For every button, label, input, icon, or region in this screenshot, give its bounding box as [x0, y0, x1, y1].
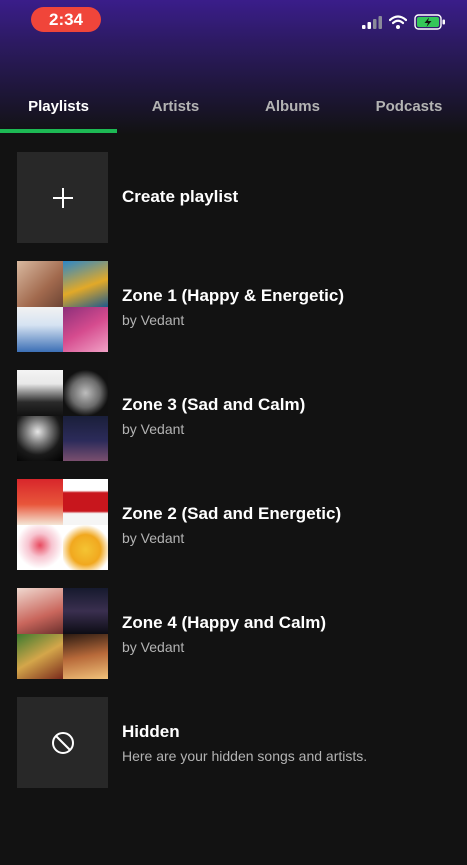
active-tab-indicator	[0, 129, 117, 133]
signal-icon	[362, 16, 382, 29]
playlist-cover-zone-1	[17, 261, 108, 352]
hidden-row[interactable]: Hidden Here are your hidden songs and ar…	[0, 697, 467, 788]
playlist-owner: by Vedant	[122, 312, 185, 328]
battery-charging-icon	[414, 14, 445, 30]
hidden-subtitle: Here are your hidden songs and artists.	[122, 748, 368, 764]
library-tabs: Playlists Artists Albums Podcasts	[0, 85, 467, 133]
playlist-row-zone-3[interactable]: Zone 3 (Sad and Calm) by Vedant	[0, 370, 467, 461]
tab-playlists[interactable]: Playlists	[0, 85, 117, 127]
playlist-owner: by Vedant	[122, 421, 185, 437]
playlist-row-zone-1[interactable]: Zone 1 (Happy & Energetic) by Vedant	[0, 261, 467, 352]
tab-podcasts[interactable]: Podcasts	[351, 85, 467, 127]
tab-albums[interactable]: Albums	[234, 85, 351, 127]
playlist-row-zone-2[interactable]: Zone 2 (Sad and Energetic) by Vedant	[0, 479, 467, 570]
status-bar: 2:34	[0, 0, 467, 40]
playlist-title: Zone 3 (Sad and Calm)	[122, 395, 306, 414]
status-time: 2:34	[31, 7, 101, 32]
create-playlist-thumb	[17, 152, 108, 243]
blocked-icon	[51, 731, 74, 754]
playlist-title: Zone 1 (Happy & Energetic)	[122, 286, 344, 305]
playlist-owner: by Vedant	[122, 639, 185, 655]
create-playlist-row[interactable]: Create playlist	[0, 152, 467, 243]
create-playlist-label: Create playlist	[122, 187, 239, 206]
hidden-thumb	[17, 697, 108, 788]
playlist-title: Zone 4 (Happy and Calm)	[122, 613, 327, 632]
playlist-title: Zone 2 (Sad and Energetic)	[122, 504, 342, 523]
playlist-owner: by Vedant	[122, 530, 185, 546]
playlist-cover-zone-4	[17, 588, 108, 679]
tab-artists[interactable]: Artists	[117, 85, 234, 127]
plus-icon	[52, 187, 73, 208]
playlist-cover-zone-2	[17, 479, 108, 570]
playlist-row-zone-4[interactable]: Zone 4 (Happy and Calm) by Vedant	[0, 588, 467, 679]
hidden-title: Hidden	[122, 722, 180, 741]
playlist-cover-zone-3	[17, 370, 108, 461]
wifi-icon	[389, 15, 407, 29]
